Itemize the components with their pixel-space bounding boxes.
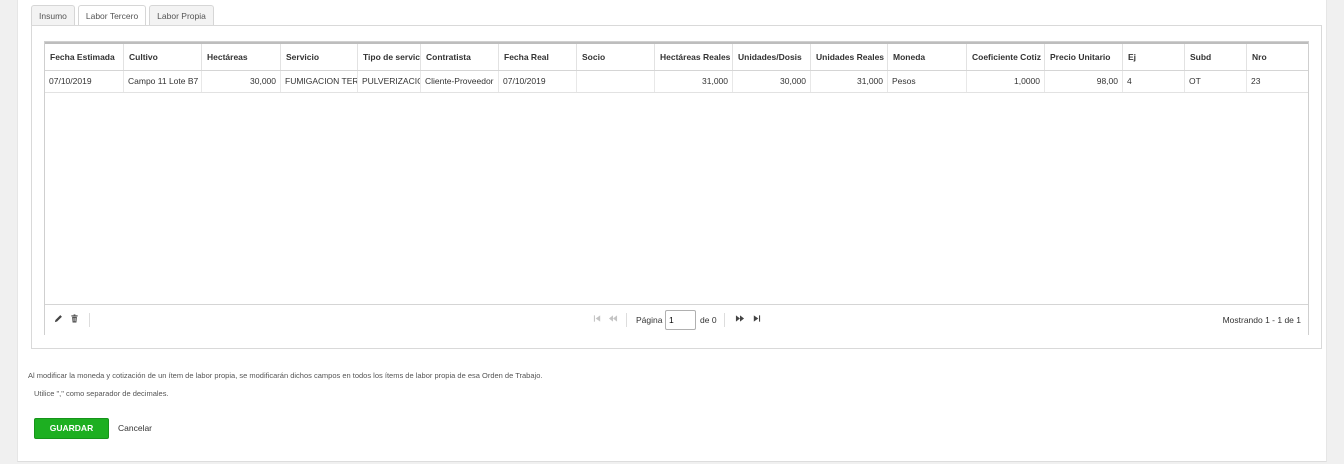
pencil-icon[interactable] [54,314,63,325]
cell-tipo-servicio: PULVERIZACION [358,71,421,92]
column-header-subd[interactable]: Subd [1185,44,1247,70]
cell-fecha-estimada: 07/10/2019 [45,71,124,92]
decimal-separator-note: Utilice "," como separador de decimales. [34,389,169,398]
tab-panel: Fecha Estimada Cultivo Hectáreas Servici… [31,25,1322,349]
column-header-moneda[interactable]: Moneda [888,44,967,70]
cell-subd: OT [1185,71,1247,92]
last-page-icon[interactable] [752,314,761,325]
save-button[interactable]: GUARDAR [34,418,109,439]
data-grid: Fecha Estimada Cultivo Hectáreas Servici… [44,41,1309,335]
trash-icon[interactable] [70,314,79,325]
cell-fecha-real: 07/10/2019 [499,71,577,92]
toolbar-divider [89,313,90,327]
column-header-coeficiente-cotiz[interactable]: Coeficiente Cotiz [967,44,1045,70]
tab-bar: Insumo Labor Tercero Labor Propia [31,5,217,27]
page-container: Insumo Labor Tercero Labor Propia Fecha … [17,0,1327,462]
cell-coeficiente-cotiz: 1,0000 [967,71,1045,92]
page-count-label: de 0 [700,315,717,325]
column-header-contratista[interactable]: Contratista [421,44,499,70]
cell-hectareas: 30,000 [202,71,281,92]
cell-unidades-dosis: 30,000 [733,71,811,92]
column-header-ej[interactable]: Ej [1123,44,1185,70]
column-header-servicio[interactable]: Servicio [281,44,358,70]
column-header-fecha-estimada[interactable]: Fecha Estimada [45,44,124,70]
column-header-cultivo[interactable]: Cultivo [124,44,202,70]
cancel-link[interactable]: Cancelar [118,423,152,433]
currency-note: Al modificar la moneda y cotización de u… [28,371,543,380]
pager-divider [626,313,627,327]
cell-hectareas-reales: 31,000 [655,71,733,92]
page-label: Página [636,315,663,325]
grid-header: Fecha Estimada Cultivo Hectáreas Servici… [45,42,1308,71]
column-header-unidades-reales[interactable]: Unidades Reales [811,44,888,70]
column-header-nro[interactable]: Nro [1247,44,1308,70]
tab-labor-propia[interactable]: Labor Propia [149,5,214,26]
pager-toolbar: Página de 0 Mostrando 1 - 1 de 1 [45,304,1308,335]
cell-nro: 23 [1251,76,1261,86]
previous-page-icon[interactable] [608,314,618,325]
page-number-input[interactable] [665,310,696,330]
cell-socio [577,71,655,92]
table-row[interactable]: 07/10/2019 Campo 11 Lote B7 30,000 FUMIG… [45,71,1308,93]
column-header-fecha-real[interactable]: Fecha Real [499,44,577,70]
cell-moneda: Pesos [888,71,967,92]
column-header-hectareas-reales[interactable]: Hectáreas Reales [655,44,733,70]
column-header-socio[interactable]: Socio [577,44,655,70]
records-count: Mostrando 1 - 1 de 1 [1222,315,1301,325]
column-header-unidades-dosis[interactable]: Unidades/Dosis [733,44,811,70]
column-header-tipo-servicio[interactable]: Tipo de servicio [358,44,421,70]
column-header-hectareas[interactable]: Hectáreas [202,44,281,70]
cell-unidades-reales: 31,000 [811,71,888,92]
cell-contratista: Cliente-Proveedor [421,71,499,92]
pager-divider [724,313,725,327]
next-page-icon[interactable] [735,314,745,325]
cell-cultivo: Campo 11 Lote B7 [124,71,202,92]
first-page-icon[interactable] [593,314,602,325]
column-header-precio-unitario[interactable]: Precio Unitario [1045,44,1123,70]
tab-insumo[interactable]: Insumo [31,5,75,26]
cell-ej: 4 [1123,71,1185,92]
tab-labor-tercero[interactable]: Labor Tercero [77,5,147,27]
cell-precio-unitario: 98,00 [1045,71,1123,92]
cell-servicio: FUMIGACION TERRESTRE [281,71,358,92]
